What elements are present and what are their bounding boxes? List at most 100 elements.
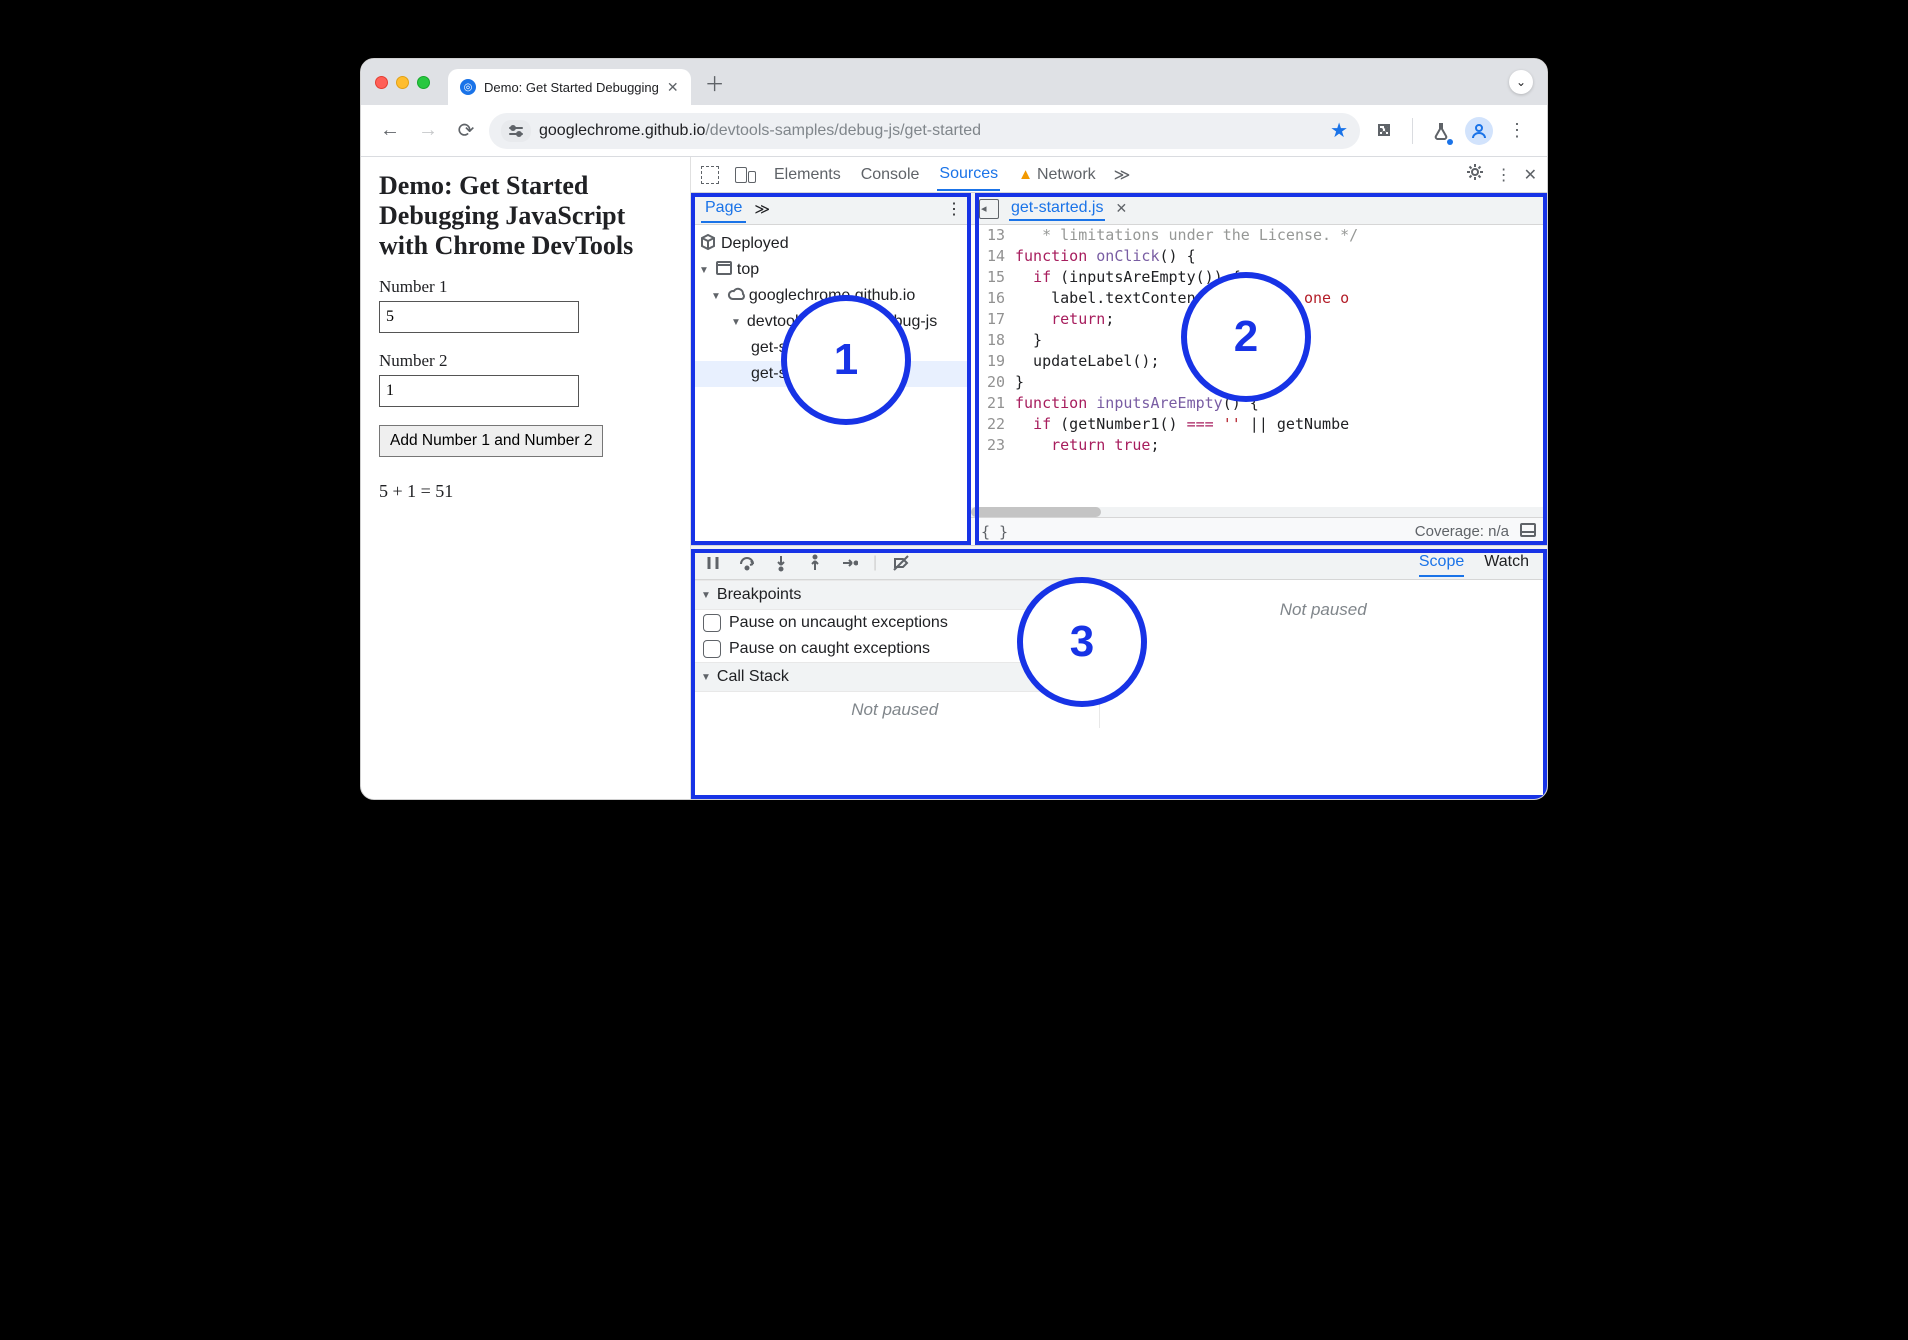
toolbar-divider bbox=[1412, 118, 1413, 144]
window-controls bbox=[375, 76, 430, 89]
result-text: 5 + 1 = 51 bbox=[379, 481, 672, 502]
number1-input[interactable] bbox=[379, 301, 579, 333]
tree-folder[interactable]: ▼ devtools-samples/debug-js bbox=[691, 309, 970, 335]
site-info-button[interactable] bbox=[501, 120, 531, 142]
maximize-window-button[interactable] bbox=[417, 76, 430, 89]
scope-status: Not paused bbox=[1100, 580, 1548, 728]
cloud-icon bbox=[727, 285, 743, 308]
tree-deployed[interactable]: Deployed bbox=[691, 231, 970, 257]
devtools-settings-button[interactable] bbox=[1466, 163, 1484, 186]
bookmark-star-icon[interactable]: ★ bbox=[1330, 118, 1348, 143]
toggle-drawer-button[interactable] bbox=[1519, 521, 1537, 543]
step-over-icon bbox=[738, 554, 756, 572]
reload-button[interactable]: ⟳ bbox=[451, 116, 481, 146]
step-out-icon bbox=[806, 554, 824, 572]
checkbox[interactable] bbox=[703, 614, 721, 632]
section-label: Breakpoints bbox=[717, 586, 802, 604]
tree-top[interactable]: ▼ top bbox=[691, 257, 970, 283]
devtools-close-button[interactable]: ✕ bbox=[1524, 165, 1537, 185]
chrome-menu-button[interactable]: ⋮ bbox=[1501, 115, 1533, 147]
tree-domain[interactable]: ▼ googlechrome.github.io bbox=[691, 283, 970, 309]
step-button[interactable] bbox=[839, 553, 859, 573]
navigator-tabs-overflow[interactable]: ≫ bbox=[754, 200, 770, 218]
pause-icon bbox=[704, 554, 722, 572]
debugger-toolbar: | Scope Watch bbox=[691, 546, 1547, 580]
devtools-menu-button[interactable]: ⋮ bbox=[1496, 165, 1512, 185]
forward-button[interactable]: → bbox=[413, 116, 443, 146]
add-button[interactable]: Add Number 1 and Number 2 bbox=[379, 425, 603, 457]
inspect-element-icon[interactable] bbox=[701, 166, 719, 184]
url-text: googlechrome.github.io/devtools-samples/… bbox=[539, 122, 981, 140]
pause-caught-row[interactable]: Pause on caught exceptions bbox=[691, 636, 1099, 662]
pretty-print-button[interactable]: { } bbox=[981, 523, 1008, 541]
navigator-tabstrip: Page ≫ ⋮ bbox=[691, 193, 970, 225]
step-into-button[interactable] bbox=[771, 553, 791, 573]
tree-label: googlechrome.github.io bbox=[749, 287, 915, 305]
window-icon bbox=[715, 259, 731, 282]
disclosure-triangle-icon: ▼ bbox=[711, 291, 721, 302]
tree-label: top bbox=[737, 261, 759, 279]
devtools-tab-console[interactable]: Console bbox=[859, 160, 922, 190]
number2-input[interactable] bbox=[379, 375, 579, 407]
profile-avatar-button[interactable] bbox=[1465, 117, 1493, 145]
tree-label: Deployed bbox=[721, 235, 789, 253]
deactivate-breakpoints-button[interactable] bbox=[891, 553, 911, 573]
devtools-tab-elements[interactable]: Elements bbox=[772, 160, 843, 190]
puzzle-icon bbox=[1375, 122, 1393, 140]
tab-search-button[interactable]: ⌄ bbox=[1509, 70, 1533, 94]
pause-uncaught-row[interactable]: Pause on uncaught exceptions bbox=[691, 610, 1099, 636]
devtools-tabs-overflow[interactable]: ≫ bbox=[1114, 165, 1131, 185]
pause-button[interactable] bbox=[703, 553, 723, 573]
debugger-tab-watch[interactable]: Watch bbox=[1484, 549, 1529, 577]
breakpoints-section-header[interactable]: ▼ Breakpoints bbox=[691, 580, 1099, 610]
file-tree: Deployed ▼ top ▼ bbox=[691, 225, 970, 393]
devtools-tab-sources[interactable]: Sources bbox=[937, 159, 1000, 191]
tab-close-button[interactable]: ✕ bbox=[667, 79, 679, 96]
devtools-tab-network[interactable]: ▲ Network bbox=[1016, 160, 1098, 190]
labs-button[interactable] bbox=[1425, 115, 1457, 147]
devtools-tab-network-label: Network bbox=[1037, 166, 1096, 184]
editor-tabstrip: ◂ get-started.js ✕ bbox=[971, 193, 1547, 225]
step-over-button[interactable] bbox=[737, 553, 757, 573]
editor-footer: { } Coverage: n/a bbox=[971, 517, 1547, 545]
toggle-navigator-button[interactable]: ◂ bbox=[979, 199, 999, 219]
section-label: Call Stack bbox=[717, 668, 789, 686]
warning-triangle-icon: ▲ bbox=[1018, 166, 1033, 183]
code-view[interactable]: 13 * limitations under the License. */ 1… bbox=[971, 225, 1547, 507]
code-editor-panel: ◂ get-started.js ✕ 13 * limitations unde… bbox=[971, 193, 1547, 545]
debugger-tab-scope[interactable]: Scope bbox=[1419, 549, 1464, 577]
extensions-button[interactable] bbox=[1368, 115, 1400, 147]
close-window-button[interactable] bbox=[375, 76, 388, 89]
device-toolbar-icon[interactable] bbox=[735, 167, 756, 183]
disclosure-triangle-icon: ▼ bbox=[699, 265, 709, 276]
back-button[interactable]: ← bbox=[375, 116, 405, 146]
step-icon bbox=[840, 554, 858, 572]
tree-label: get-started.js bbox=[751, 365, 843, 383]
breakpoint-off-icon bbox=[892, 554, 910, 572]
step-out-button[interactable] bbox=[805, 553, 825, 573]
address-bar[interactable]: googlechrome.github.io/devtools-samples/… bbox=[489, 113, 1360, 149]
file-navigator-panel: Page ≫ ⋮ Deployed bbox=[691, 193, 971, 545]
checkbox-label: Pause on caught exceptions bbox=[729, 640, 930, 658]
callstack-section-header[interactable]: ▼ Call Stack bbox=[691, 662, 1099, 692]
tree-file-html[interactable]: get-started bbox=[691, 335, 970, 361]
editor-file-tab[interactable]: get-started.js bbox=[1009, 197, 1105, 221]
tree-label: get-started bbox=[751, 339, 827, 357]
checkbox[interactable] bbox=[703, 640, 721, 658]
navigator-tab-page[interactable]: Page bbox=[701, 195, 746, 223]
debugger-left-column: ▼ Breakpoints Pause on uncaught exceptio… bbox=[691, 580, 1100, 728]
checkbox-label: Pause on uncaught exceptions bbox=[729, 614, 948, 632]
editor-tab-close[interactable]: ✕ bbox=[1115, 200, 1127, 217]
number1-label: Number 1 bbox=[379, 277, 672, 297]
step-into-icon bbox=[772, 554, 790, 572]
editor-horizontal-scrollbar[interactable] bbox=[971, 507, 1547, 517]
coverage-label: Coverage: n/a bbox=[1415, 523, 1509, 540]
browser-tab[interactable]: ◎ Demo: Get Started Debugging ✕ bbox=[448, 69, 691, 105]
page-heading: Demo: Get Started Debugging JavaScript w… bbox=[379, 171, 672, 261]
disclosure-triangle-icon: ▼ bbox=[731, 317, 741, 328]
new-tab-button[interactable]: ＋ bbox=[701, 68, 729, 96]
navigator-menu-button[interactable]: ⋮ bbox=[946, 199, 970, 219]
tree-file-js[interactable]: get-started.js bbox=[691, 361, 970, 387]
panel-bottom-icon bbox=[1519, 521, 1537, 539]
minimize-window-button[interactable] bbox=[396, 76, 409, 89]
